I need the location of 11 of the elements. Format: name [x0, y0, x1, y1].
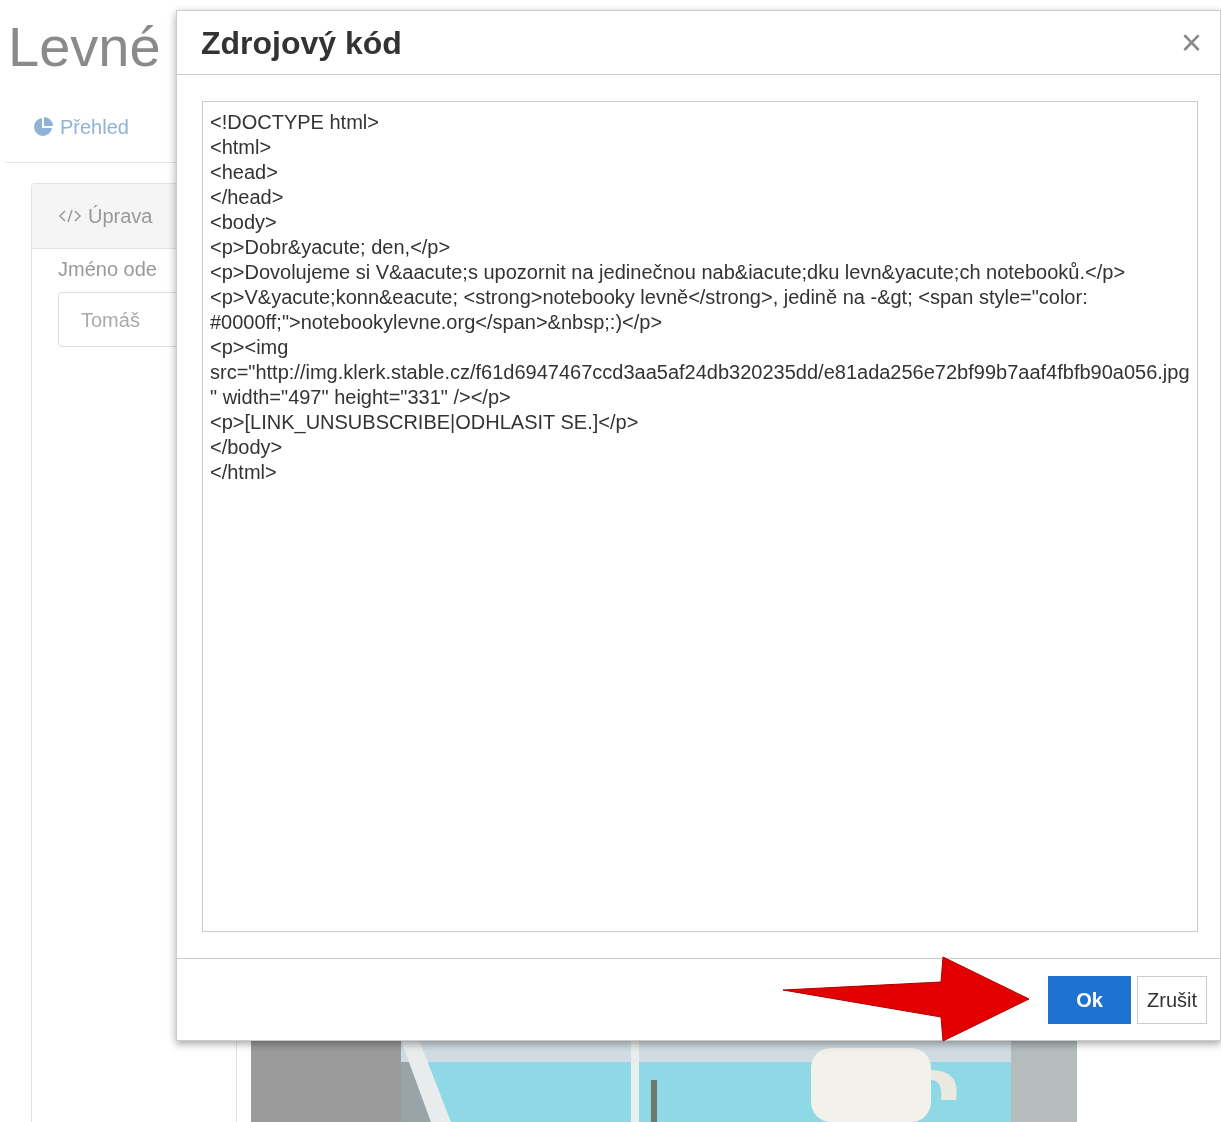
pie-chart-icon [32, 116, 54, 138]
panel-heading: Úprava [88, 204, 153, 229]
code-textarea[interactable]: <!DOCTYPE html> <html> <head> </head> <body> <p>Dobr&yacute; den,</p> <p>Dovolujeme si V&aacute;s upozornit na jedinečnou nab&iacute;dku levn&yacute;ch notebooků.</p> <p>V&yacute;konn&eacute; <strong>notebooky levně</strong>, jedině na -&gt; <span style="color: #0000ff;">notebookylevne.org</span>&nbsp;:)</p> <p><img src="http://img.klerk.stable.cz/f61d6947467ccd3aa5af24db320235dd/e81ada256e72bf99b7aaf4fbfb90a056.jpg" width="497" height="331" /></p> <p>[LINK_UNSUBSCRIBE|ODHLASIT SE.]</p> </body> </html> [202, 101, 1198, 932]
close-button[interactable]: × [1176, 24, 1206, 61]
page-title: Levné [8, 15, 161, 78]
arrow-icon [781, 955, 1031, 1045]
dialog-title: Zdrojový kód [201, 23, 402, 63]
ok-button[interactable]: Ok [1048, 975, 1131, 1024]
cancel-button[interactable]: Zrušit [1137, 975, 1207, 1024]
code-icon [58, 209, 82, 223]
field-label: Jméno ode [58, 258, 157, 280]
